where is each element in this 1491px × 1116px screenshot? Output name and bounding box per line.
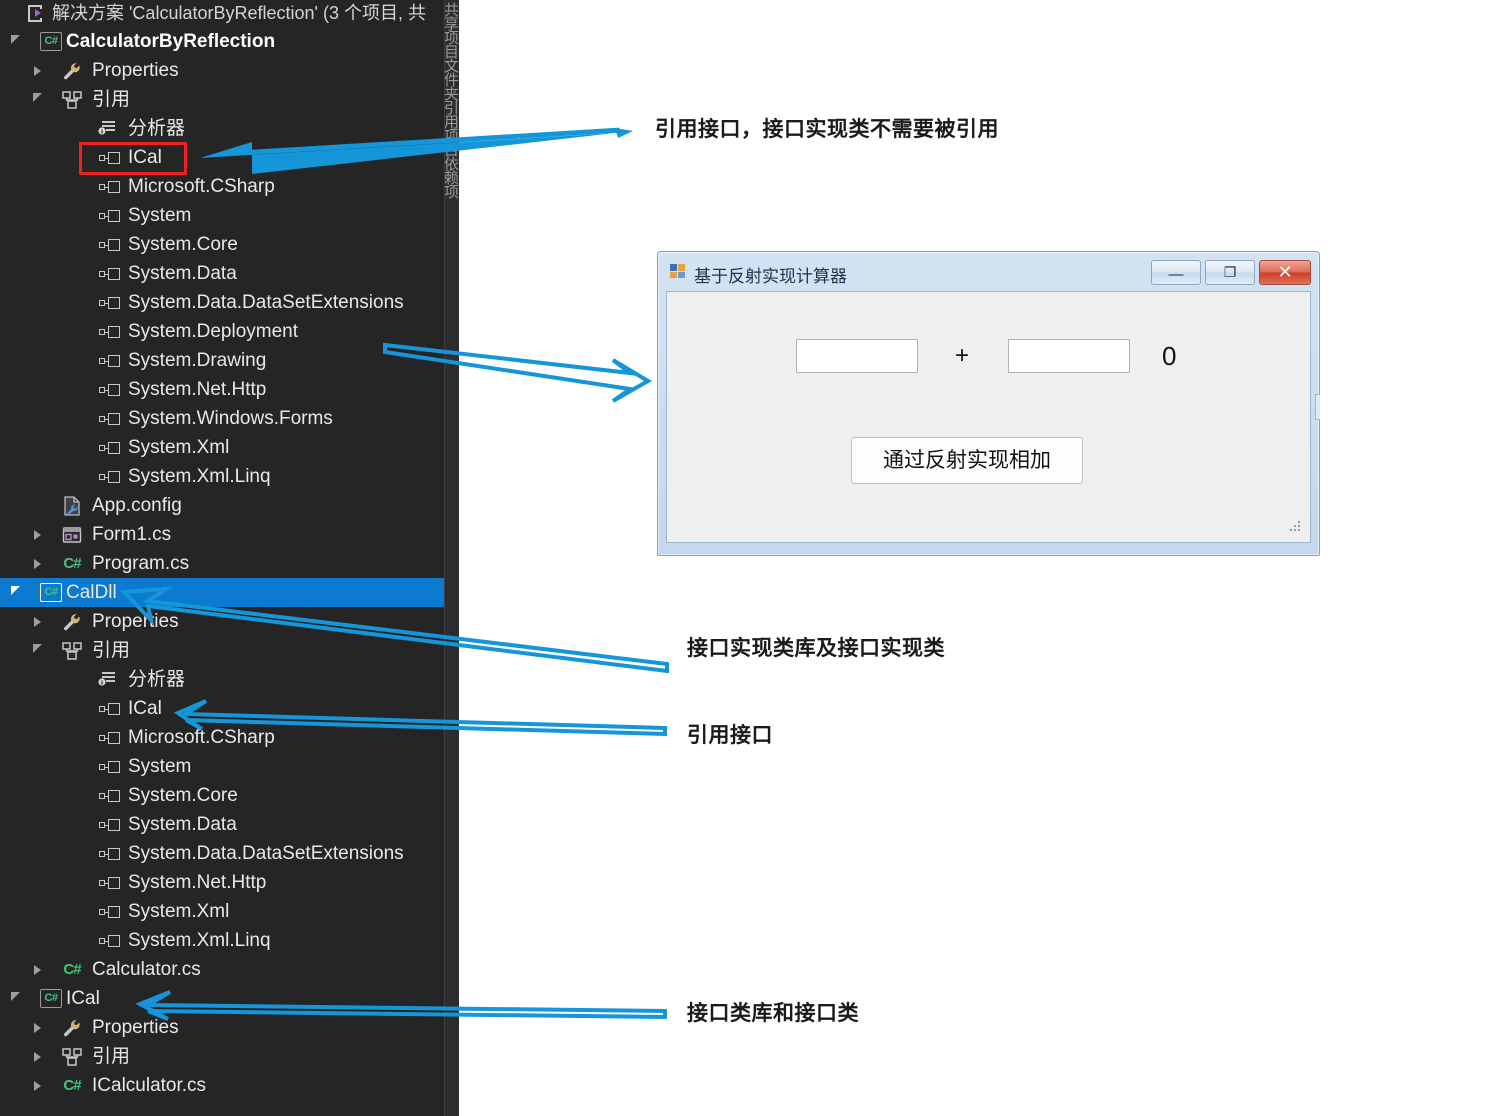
close-icon: ✕	[1277, 262, 1293, 282]
operand-b-input[interactable]	[1008, 339, 1130, 373]
calculator-titlebar[interactable]: 基于反射实现计算器 — ❐ ✕	[658, 252, 1319, 291]
maximize-button[interactable]: ❐	[1205, 260, 1255, 285]
minimize-button[interactable]: —	[1151, 260, 1201, 285]
operator-label: +	[954, 342, 969, 369]
minimize-icon: —	[1168, 266, 1184, 283]
calculator-client-area: + 0 通过反射实现相加	[666, 291, 1311, 543]
arrow-to-ical-project	[135, 990, 667, 1021]
result-label: 0	[1162, 341, 1177, 371]
maximize-icon: ❐	[1223, 264, 1237, 280]
operand-a-input[interactable]	[796, 339, 918, 373]
winforms-app-icon	[670, 263, 686, 279]
resize-grip[interactable]	[1289, 519, 1301, 531]
add-by-reflection-button[interactable]: 通过反射实现相加	[851, 437, 1083, 484]
close-button[interactable]: ✕	[1259, 260, 1311, 285]
window-side-notch	[1315, 394, 1320, 420]
calculator-title: 基于反射实现计算器	[694, 267, 847, 286]
calculator-window[interactable]: 基于反射实现计算器 — ❐ ✕ + 0 通过反射实现相加	[657, 251, 1320, 556]
